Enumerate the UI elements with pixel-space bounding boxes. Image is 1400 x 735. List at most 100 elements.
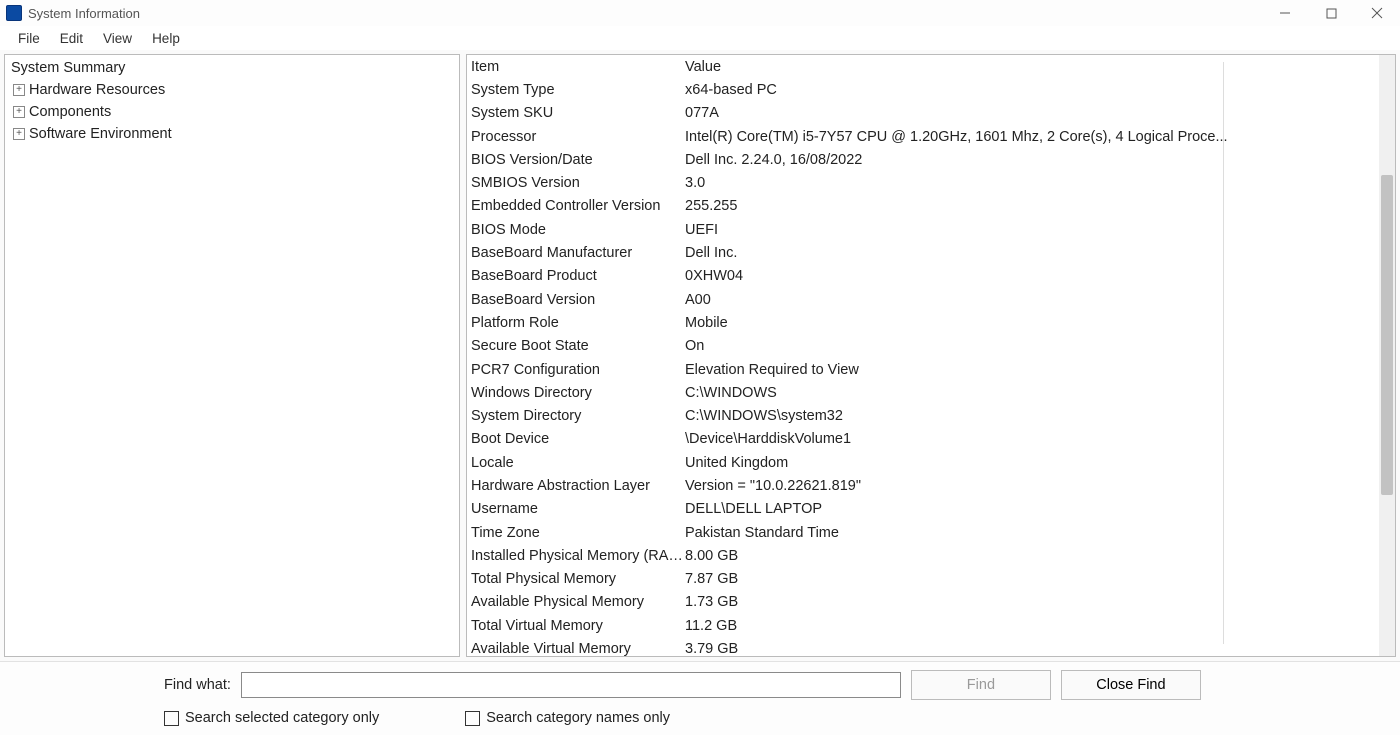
cell-item: BaseBoard Manufacturer [467, 245, 685, 261]
grid-row[interactable]: BIOS ModeUEFI [467, 218, 1379, 241]
expand-icon[interactable]: + [13, 106, 25, 118]
find-input[interactable] [241, 672, 901, 698]
cell-value: UEFI [685, 222, 1379, 238]
maximize-button[interactable] [1308, 0, 1354, 26]
cell-value: 0XHW04 [685, 268, 1379, 284]
cell-value: Intel(R) Core(TM) i5-7Y57 CPU @ 1.20GHz,… [685, 129, 1379, 145]
grid-row[interactable]: System Typex64-based PC [467, 78, 1379, 101]
checkbox-icon [164, 711, 179, 726]
cell-item: System Type [467, 82, 685, 98]
scrollbar-thumb[interactable] [1381, 175, 1393, 495]
tree-label: Software Environment [29, 126, 172, 142]
expand-icon[interactable]: + [13, 84, 25, 96]
cell-item: Installed Physical Memory (RAM) [467, 548, 685, 564]
cell-item: SMBIOS Version [467, 175, 685, 191]
grid-row[interactable]: Available Physical Memory1.73 GB [467, 591, 1379, 614]
cell-value: 8.00 GB [685, 548, 1379, 564]
find-label: Find what: [164, 677, 231, 693]
cell-value: DELL\DELL LAPTOP [685, 501, 1379, 517]
grid-row[interactable]: Total Virtual Memory11.2 GB [467, 614, 1379, 637]
vertical-scrollbar[interactable] [1379, 55, 1395, 656]
cell-item: Available Virtual Memory [467, 641, 685, 656]
cell-item: Hardware Abstraction Layer [467, 478, 685, 494]
cell-value: A00 [685, 292, 1379, 308]
tree-item-components[interactable]: + Components [5, 101, 459, 123]
tree-label: System Summary [11, 60, 125, 76]
cell-item: Locale [467, 455, 685, 471]
grid-row[interactable]: SMBIOS Version3.0 [467, 171, 1379, 194]
grid-row[interactable]: Windows DirectoryC:\WINDOWS [467, 381, 1379, 404]
close-button[interactable] [1354, 0, 1400, 26]
app-icon [6, 5, 22, 21]
titlebar[interactable]: System Information [0, 0, 1400, 26]
tree-item-system-summary[interactable]: System Summary [5, 57, 459, 79]
grid-header-row[interactable]: Item Value [467, 55, 1379, 78]
tree-item-hardware-resources[interactable]: + Hardware Resources [5, 79, 459, 101]
menu-file[interactable]: File [8, 29, 50, 48]
menu-edit[interactable]: Edit [50, 29, 93, 48]
menu-view[interactable]: View [93, 29, 142, 48]
checkbox-icon [465, 711, 480, 726]
menubar: File Edit View Help [0, 26, 1400, 50]
cell-value: C:\WINDOWS [685, 385, 1379, 401]
cell-item: Total Physical Memory [467, 571, 685, 587]
minimize-icon [1279, 7, 1291, 19]
maximize-icon [1326, 8, 1337, 19]
cell-value: 11.2 GB [685, 618, 1379, 634]
checkbox-label: Search category names only [486, 710, 670, 726]
cell-item: BaseBoard Version [467, 292, 685, 308]
grid-row[interactable]: Embedded Controller Version255.255 [467, 195, 1379, 218]
checkbox-category-names[interactable]: Search category names only [465, 710, 670, 726]
column-divider [1223, 62, 1224, 644]
grid-row[interactable]: BaseBoard Product0XHW04 [467, 265, 1379, 288]
grid-row[interactable]: BaseBoard ManufacturerDell Inc. [467, 241, 1379, 264]
cell-item: System Directory [467, 408, 685, 424]
grid-row[interactable]: UsernameDELL\DELL LAPTOP [467, 498, 1379, 521]
grid-row[interactable]: Boot Device\Device\HarddiskVolume1 [467, 428, 1379, 451]
grid-row[interactable]: LocaleUnited Kingdom [467, 451, 1379, 474]
column-header-item[interactable]: Item [467, 59, 685, 75]
menu-help[interactable]: Help [142, 29, 190, 48]
cell-item: BaseBoard Product [467, 268, 685, 284]
expand-icon[interactable]: + [13, 128, 25, 140]
grid-row[interactable]: Installed Physical Memory (RAM)8.00 GB [467, 544, 1379, 567]
grid-row[interactable]: ProcessorIntel(R) Core(TM) i5-7Y57 CPU @… [467, 125, 1379, 148]
grid-row[interactable]: PCR7 ConfigurationElevation Required to … [467, 358, 1379, 381]
grid-row[interactable]: Available Virtual Memory3.79 GB [467, 637, 1379, 656]
column-header-value[interactable]: Value [685, 59, 1379, 75]
cell-value: Elevation Required to View [685, 362, 1379, 378]
cell-value: 3.0 [685, 175, 1379, 191]
grid-row[interactable]: Total Physical Memory7.87 GB [467, 568, 1379, 591]
detail-pane: Item Value System Typex64-based PCSystem… [466, 54, 1396, 657]
cell-item: BIOS Version/Date [467, 152, 685, 168]
cell-value: On [685, 338, 1379, 354]
find-button[interactable]: Find [911, 670, 1051, 700]
grid-row[interactable]: Secure Boot StateOn [467, 335, 1379, 358]
minimize-button[interactable] [1262, 0, 1308, 26]
cell-value: C:\WINDOWS\system32 [685, 408, 1379, 424]
cell-item: BIOS Mode [467, 222, 685, 238]
grid-row[interactable]: BIOS Version/DateDell Inc. 2.24.0, 16/08… [467, 148, 1379, 171]
grid-row[interactable]: Hardware Abstraction LayerVersion = "10.… [467, 474, 1379, 497]
app-window: System Information File Edit View Help S… [0, 0, 1400, 735]
cell-value: 1.73 GB [685, 594, 1379, 610]
cell-value: Dell Inc. [685, 245, 1379, 261]
cell-value: x64-based PC [685, 82, 1379, 98]
detail-grid[interactable]: Item Value System Typex64-based PCSystem… [467, 55, 1379, 656]
tree-label: Components [29, 104, 111, 120]
cell-item: Secure Boot State [467, 338, 685, 354]
checkbox-selected-category[interactable]: Search selected category only [164, 710, 379, 726]
cell-item: Available Physical Memory [467, 594, 685, 610]
close-find-button[interactable]: Close Find [1061, 670, 1201, 700]
grid-row[interactable]: Platform RoleMobile [467, 311, 1379, 334]
cell-item: Boot Device [467, 431, 685, 447]
grid-row[interactable]: Time ZonePakistan Standard Time [467, 521, 1379, 544]
grid-row[interactable]: BaseBoard VersionA00 [467, 288, 1379, 311]
category-tree[interactable]: System Summary + Hardware Resources + Co… [4, 54, 460, 657]
cell-item: Time Zone [467, 525, 685, 541]
tree-item-software-environment[interactable]: + Software Environment [5, 123, 459, 145]
grid-row[interactable]: System SKU077A [467, 102, 1379, 125]
find-bar: Find what: Find Close Find Search select… [0, 661, 1400, 735]
cell-value: 255.255 [685, 198, 1379, 214]
grid-row[interactable]: System DirectoryC:\WINDOWS\system32 [467, 404, 1379, 427]
